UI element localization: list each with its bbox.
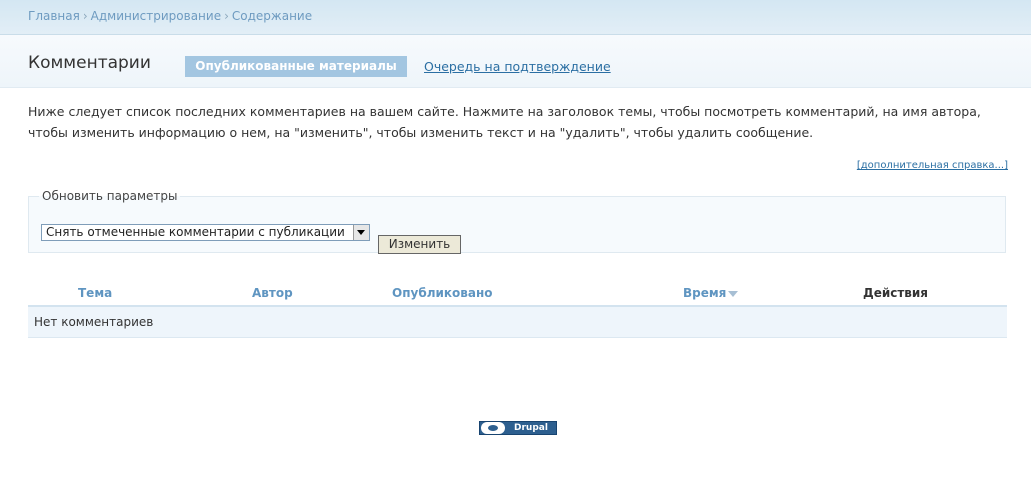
table-header-row: Тема Автор Опубликовано Время Действия — [28, 281, 1007, 307]
table-row: Нет комментариев — [28, 306, 1007, 338]
chevron-down-icon[interactable] — [353, 225, 369, 240]
drupal-badge-label: Drupal — [514, 423, 548, 433]
sort-desc-icon — [728, 290, 739, 297]
update-options-legend: Обновить параметры — [42, 189, 178, 203]
drupal-logo-icon — [481, 422, 505, 434]
help-text: Ниже следует список последних комментари… — [28, 104, 981, 140]
operation-select[interactable]: Снять отмеченные комментарии с публикаци… — [41, 224, 370, 241]
breadcrumb-home-link[interactable]: Главная — [28, 9, 80, 23]
tab-published[interactable]: Опубликованные материалы — [185, 56, 407, 77]
update-options-fieldset: Обновить параметры Снять отмеченные комм… — [28, 189, 1006, 254]
breadcrumb: Главная › Администрирование › Содержание — [28, 9, 312, 23]
tab-approval-queue[interactable]: Очередь на подтверждение — [424, 59, 611, 74]
column-header-posted-in[interactable]: Опубликовано — [392, 281, 683, 307]
column-header-author[interactable]: Автор — [252, 281, 392, 307]
breadcrumb-content-link[interactable]: Содержание — [232, 9, 312, 23]
column-header-actions: Действия — [863, 281, 1007, 307]
breadcrumb-admin-link[interactable]: Администрирование — [91, 9, 221, 23]
more-help-link[interactable]: [дополнительная справка...] — [857, 160, 1008, 171]
comments-table: Тема Автор Опубликовано Время Действия Н… — [28, 281, 1007, 338]
empty-message: Нет комментариев — [28, 306, 1007, 338]
top-bar: Главная › Администрирование › Содержание — [0, 0, 1031, 35]
update-button[interactable]: Изменить — [378, 235, 461, 254]
column-header-subject[interactable]: Тема — [28, 281, 252, 307]
page-title: Комментарии — [28, 53, 151, 73]
breadcrumb-separator: › — [224, 9, 229, 23]
breadcrumb-separator: › — [82, 9, 88, 23]
drupal-badge[interactable]: Drupal — [479, 421, 557, 435]
column-header-time[interactable]: Время — [683, 281, 863, 307]
operation-select-value: Снять отмеченные комментарии с публикаци… — [46, 225, 345, 239]
